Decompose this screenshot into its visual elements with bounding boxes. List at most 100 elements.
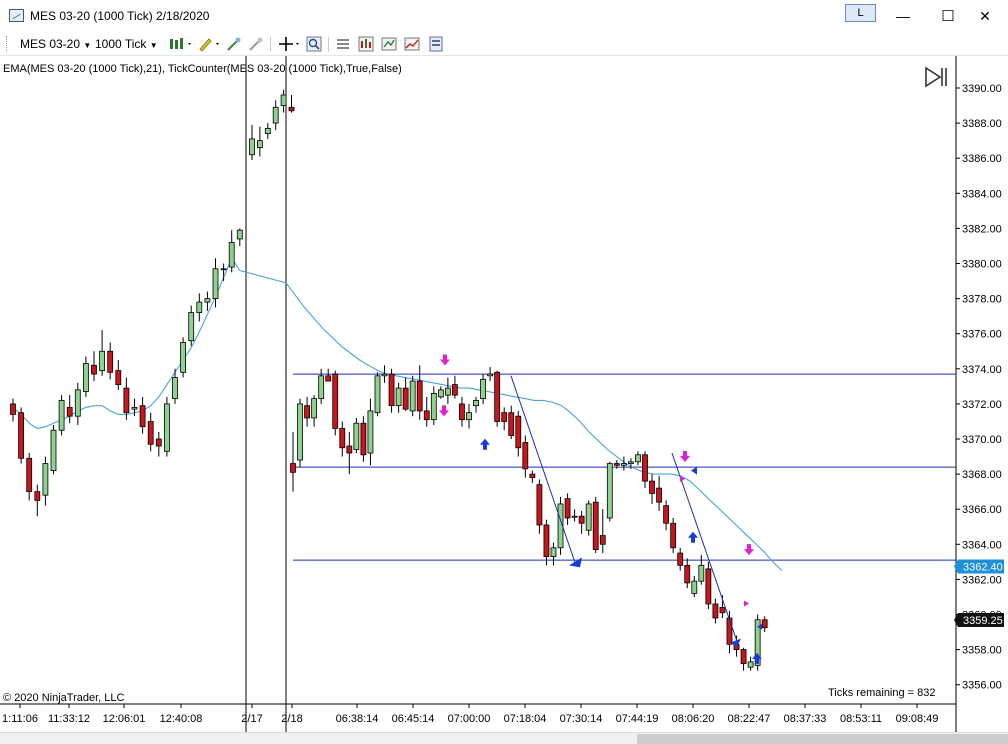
play-pause-icon[interactable] <box>924 66 948 88</box>
candle-body-up <box>747 661 754 668</box>
candle-body-up <box>480 378 486 400</box>
swing-line <box>510 375 577 566</box>
candle-body-down <box>663 505 670 524</box>
candle <box>663 500 670 531</box>
candle <box>642 451 648 489</box>
candle <box>459 396 465 427</box>
price-axis[interactable]: 3390.00 3388.00 3386.00 3384.00 3382.00 3380.… <box>954 83 1004 692</box>
ticks-remaining-label: Ticks remaining = 832 <box>828 687 936 699</box>
candle <box>367 398 374 466</box>
candle-body-up <box>50 429 57 471</box>
scrollbar-thumb[interactable] <box>637 734 1008 744</box>
candle <box>395 382 402 413</box>
candle-body-down <box>719 607 726 614</box>
candle-body-down <box>677 552 684 566</box>
chart-toolbar: MES 03-20 ▼ 1000 Tick ▼ <box>0 32 1008 56</box>
candle-body-down <box>543 524 550 557</box>
candle <box>473 396 479 413</box>
price-chart[interactable]: 3390.00 3388.00 3386.00 3384.00 3382.00 3380.… <box>0 56 1008 732</box>
candle-body-up <box>571 515 578 518</box>
indicator-icon[interactable] <box>404 36 420 52</box>
candle <box>656 475 662 511</box>
candle <box>635 451 641 466</box>
candle <box>409 375 416 417</box>
candle <box>684 558 691 589</box>
small-triangle-icon <box>744 600 749 607</box>
candle <box>670 517 677 554</box>
chart-window-icon <box>9 9 24 22</box>
candle-body-down <box>459 403 465 421</box>
candle <box>272 100 279 131</box>
candle <box>416 365 423 420</box>
instrument-selector[interactable]: MES 03-20 ▼ <box>20 36 91 52</box>
candle-body-down <box>515 415 522 449</box>
toolbar-separator <box>270 37 271 52</box>
candle-body-down <box>34 491 41 501</box>
window-title: MES 03-20 (1000 Tick) 2/18/2020 <box>30 9 210 23</box>
candle-body-down <box>522 442 529 470</box>
candle-body-down <box>592 501 599 550</box>
minimize-button[interactable]: — <box>880 0 926 32</box>
zoom-icon[interactable] <box>306 36 322 52</box>
price-tick-label: 3390.00 <box>962 83 1002 95</box>
chart-properties-icon[interactable] <box>335 36 351 52</box>
bar-style-icon[interactable] <box>168 36 194 52</box>
price-tick-label: 3358.00 <box>962 645 1002 657</box>
candle <box>599 509 606 554</box>
candle <box>325 368 332 382</box>
candle <box>236 228 243 246</box>
candle-body-up <box>698 564 705 582</box>
time-tick-label: 07:00:00 <box>448 713 491 725</box>
candle <box>536 479 543 534</box>
pencil-icon[interactable] <box>197 36 223 52</box>
time-tick-label: 07:30:14 <box>560 713 603 725</box>
time-tick-label: 12:40:08 <box>160 713 203 725</box>
candle <box>163 396 170 457</box>
candle <box>388 368 395 413</box>
candle-body-down <box>670 522 677 549</box>
candlesticks <box>10 89 768 671</box>
candle <box>280 89 287 113</box>
triangle-marker-icon <box>569 557 582 568</box>
crosshair-icon[interactable] <box>278 36 302 52</box>
candle-body-down <box>536 484 543 526</box>
chart-settings-icon[interactable] <box>428 36 444 52</box>
time-tick-label: 08:22:47 <box>728 713 771 725</box>
candle <box>107 342 114 380</box>
candle <box>311 395 318 427</box>
interval-selector[interactable]: 1000 Tick ▼ <box>95 36 158 52</box>
toolbar-separator <box>328 37 329 52</box>
drawing-tool-icon[interactable] <box>226 36 242 52</box>
candle <box>452 375 458 399</box>
time-tick-label: 11:33:12 <box>48 713 90 725</box>
candle-body-down <box>10 403 16 415</box>
candle-body-up <box>473 399 479 407</box>
candle-body-down <box>332 373 339 429</box>
candle-body-up <box>204 298 211 303</box>
candle <box>494 370 501 427</box>
candle <box>606 461 613 522</box>
arrow-up-icon <box>688 531 698 543</box>
candle <box>147 412 154 452</box>
snap-tool-icon[interactable] <box>248 36 264 52</box>
candle-body-up <box>264 127 271 135</box>
candle <box>480 374 486 404</box>
toolbar-grip[interactable] <box>6 36 9 52</box>
candle <box>522 435 529 478</box>
price-tick-label: 3366.00 <box>962 504 1002 516</box>
candle-body-down <box>304 405 310 419</box>
link-button[interactable]: L <box>845 4 876 22</box>
price-badge-label: 3362.40 <box>963 562 1003 574</box>
candle-body-down <box>613 463 620 466</box>
close-button[interactable]: ✕ <box>962 0 1008 32</box>
candle-body-up <box>131 407 138 410</box>
candle-body-up <box>374 375 381 414</box>
strategy-icon[interactable] <box>358 36 374 52</box>
candle-body-down <box>705 568 712 605</box>
time-tick-label: 08:53:11 <box>840 713 882 725</box>
candle <box>228 230 235 273</box>
candle-body-down <box>147 421 154 445</box>
candle-body-up <box>430 392 437 421</box>
time-axis[interactable]: 1:11:06 11:33:12 12:06:01 12:40:08 2/17 2/18 0… <box>2 704 938 725</box>
data-box-icon[interactable] <box>381 36 397 52</box>
